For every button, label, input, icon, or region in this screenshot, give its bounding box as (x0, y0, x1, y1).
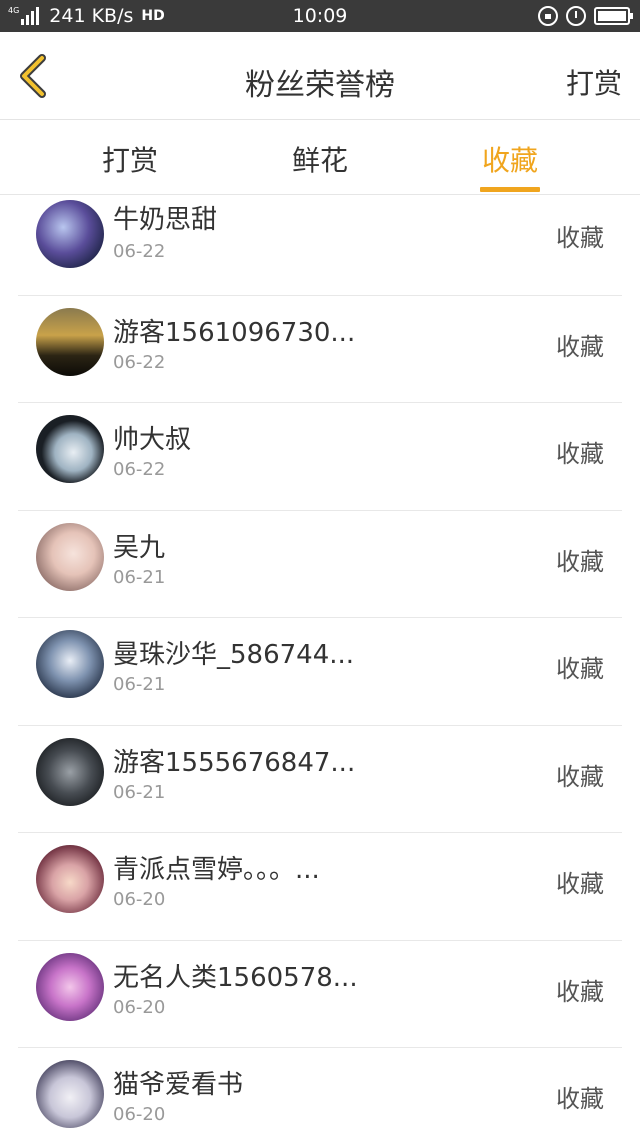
tab-label: 鲜花 (291, 144, 348, 177)
avatar (36, 522, 104, 591)
fan-date: 06-21 (113, 674, 166, 695)
status-right (538, 6, 633, 26)
avatar (36, 415, 104, 483)
avatar (36, 1060, 104, 1128)
fan-action-label: 收藏 (556, 977, 604, 1006)
list-item[interactable]: 吴九 06-21 收藏 (18, 511, 622, 618)
tab-bar: 打赏 鲜花 收藏 (0, 121, 640, 195)
fan-name: 曼珠沙华_586744... (113, 640, 355, 670)
fan-action-label: 收藏 (556, 655, 604, 683)
avatar (36, 200, 104, 268)
tab-reward[interactable]: 打赏 (100, 139, 160, 179)
list-item[interactable]: 游客1561096730... 06-22 收藏 (18, 296, 622, 403)
avatar (36, 630, 104, 698)
fan-action-label: 收藏 (556, 870, 604, 898)
active-tab-indicator (480, 187, 540, 192)
fan-action-label: 收藏 (556, 762, 604, 791)
alarm-icon (566, 6, 586, 26)
status-bar: 4G 241 KB/s HD 10:09 (0, 0, 640, 32)
avatar (36, 952, 104, 1021)
tab-flowers[interactable]: 鲜花 (290, 139, 350, 179)
list-item[interactable]: 猫爷爱看书 06-20 收藏 (18, 1048, 622, 1138)
fan-date: 06-21 (113, 781, 166, 803)
fan-date: 06-20 (113, 996, 166, 1018)
fan-name: 游客1561096730... (113, 317, 356, 348)
fan-list[interactable]: 牛奶思甜 06-22 收藏 游客1561096730... 06-22 收藏 帅… (0, 196, 640, 1138)
tab-label: 收藏 (481, 144, 538, 177)
fan-action-label: 收藏 (556, 547, 604, 576)
list-item[interactable]: 无名人类1560578... 06-20 收藏 (18, 941, 622, 1048)
tab-favorites[interactable]: 收藏 (480, 139, 540, 192)
list-item[interactable]: 帅大叔 06-22 收藏 (18, 403, 622, 511)
avatar (36, 845, 104, 913)
reward-button[interactable]: 打赏 (566, 62, 622, 102)
avatar (36, 307, 104, 376)
fan-action-label: 收藏 (556, 440, 604, 468)
fan-date: 06-22 (113, 241, 166, 262)
fan-date: 06-22 (113, 459, 166, 480)
fan-action-label: 收藏 (556, 1085, 604, 1113)
list-item[interactable]: 青派点雪婷。。。... 06-20 收藏 (18, 833, 622, 941)
list-item[interactable]: 牛奶思甜 06-22 收藏 (18, 196, 622, 296)
rotation-lock-icon (538, 6, 558, 26)
fan-name: 青派点雪婷。。。... (113, 855, 320, 885)
fan-action-label: 收藏 (556, 332, 604, 361)
avatar (36, 737, 104, 806)
fan-name: 游客1555676847... (113, 747, 356, 778)
fan-date: 06-22 (113, 351, 166, 373)
app-header: 粉丝荣誉榜 打赏 (0, 32, 640, 120)
fan-name: 猫爷爱看书 (113, 1070, 244, 1100)
fan-name: 吴九 (113, 532, 166, 563)
fan-date: 06-21 (113, 566, 166, 588)
battery-icon (594, 7, 633, 25)
fan-action-label: 收藏 (556, 224, 604, 252)
fan-date: 06-20 (113, 889, 166, 910)
fan-name: 无名人类1560578... (113, 962, 358, 993)
fan-name: 牛奶思甜 (113, 205, 218, 235)
list-item[interactable]: 游客1555676847... 06-21 收藏 (18, 726, 622, 833)
tab-label: 打赏 (101, 144, 158, 177)
fan-name: 帅大叔 (113, 425, 192, 455)
fan-date: 06-20 (113, 1104, 166, 1125)
page-title: 粉丝荣誉榜 (245, 68, 395, 103)
list-item[interactable]: 曼珠沙华_586744... 06-21 收藏 (18, 618, 622, 726)
